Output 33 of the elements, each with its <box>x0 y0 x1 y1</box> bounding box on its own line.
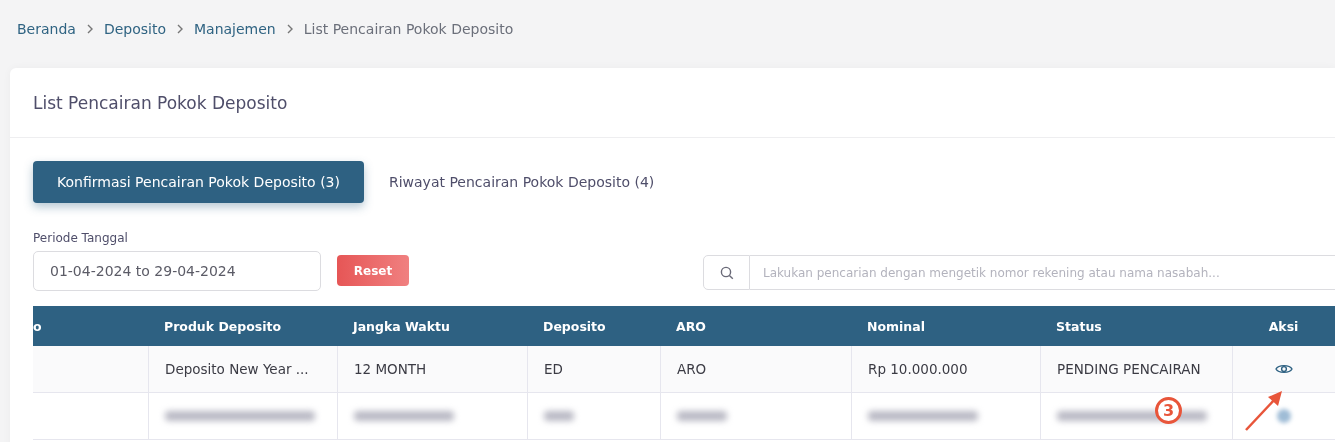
table-cell: Rp 10.000.000 <box>868 361 968 377</box>
table-cell: PENDING PENCAIRAN <box>1057 361 1201 377</box>
table-cell: ED <box>544 361 563 377</box>
card-title: List Pencairan Pokok Deposito <box>33 92 288 113</box>
blurred-icon <box>1277 409 1291 423</box>
eye-icon[interactable] <box>1275 362 1293 376</box>
column-header: Status <box>1055 318 1103 334</box>
column-header: Deposito <box>542 318 607 334</box>
tab[interactable]: Konfirmasi Pencairan Pokok Deposito (3) <box>33 161 364 203</box>
breadcrumb-current: List Pencairan Pokok Deposito <box>303 21 514 37</box>
table-cell: 12 MONTH <box>354 361 427 377</box>
column-header: o <box>33 318 43 334</box>
reset-button[interactable]: Reset <box>337 255 409 286</box>
tab[interactable]: Riwayat Pencairan Pokok Deposito (4) <box>388 161 655 203</box>
breadcrumb-link[interactable]: Manajemen <box>194 21 276 37</box>
blurred-text <box>677 411 727 421</box>
table-cell: ARO <box>677 361 707 377</box>
column-header: Produk Deposito <box>163 318 283 334</box>
column-header: ARO <box>675 318 707 334</box>
chevron-right-icon <box>176 24 184 34</box>
search-field[interactable]: Lakukan pencarian dengan mengetik nomor rekening atau nama nasabah... <box>750 255 1335 290</box>
chevron-right-icon <box>85 24 94 34</box>
chevron-right-icon <box>285 24 294 34</box>
column-header: Aksi <box>1267 318 1300 334</box>
table-cell: Deposito New Year ... <box>165 361 309 377</box>
date-range-field[interactable]: 01-04-2024 to 29-04-2024 <box>33 251 321 291</box>
breadcrumb-link[interactable]: Deposito <box>103 21 166 37</box>
field-label: Periode Tanggal <box>33 231 129 245</box>
column-header: Jangka Waktu <box>351 318 451 334</box>
column-header: Nominal <box>866 318 926 334</box>
blurred-text <box>544 411 574 421</box>
search-icon <box>719 265 734 280</box>
breadcrumb-link[interactable]: Beranda <box>17 21 76 37</box>
